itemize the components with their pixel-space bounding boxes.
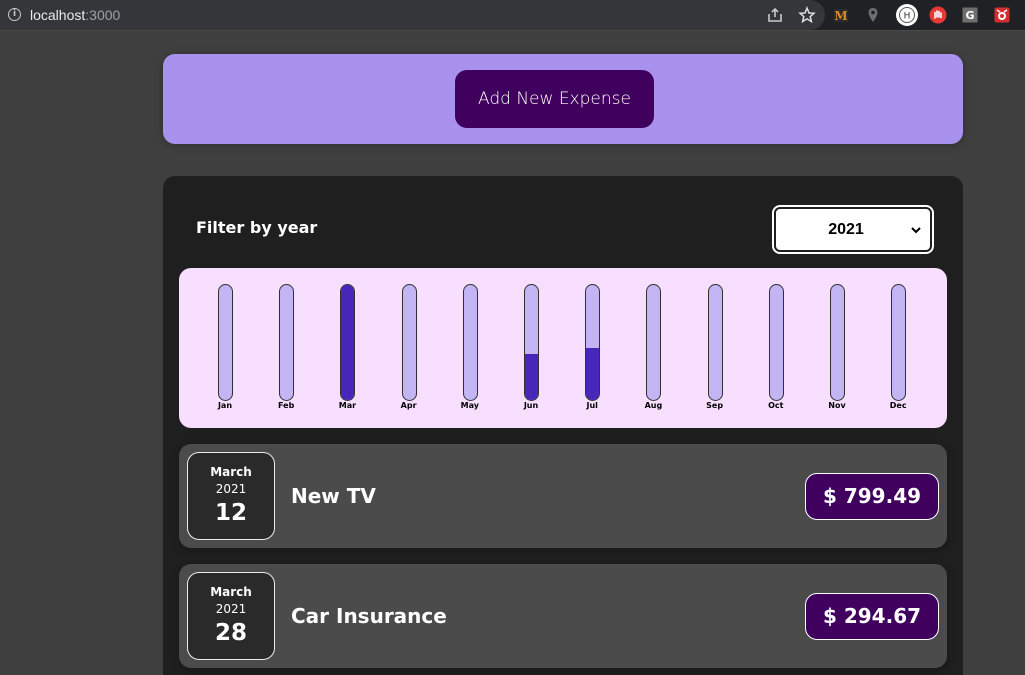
chart-bar-apr: Apr [394, 284, 424, 414]
chart-bar-track [646, 284, 662, 401]
extension-h-icon[interactable]: H [895, 3, 919, 27]
expense-date-month: March [210, 465, 252, 479]
expenses-chart: Jan Feb Mar Apr May Jun Jul Aug Sep Oct Nov Dec [179, 268, 947, 428]
svg-text:M: M [834, 9, 847, 23]
chart-bar-fill [586, 348, 600, 400]
chart-bar-label: Sep [706, 401, 724, 410]
chart-bar-label: Jul [586, 401, 598, 410]
url-host: localhost [30, 7, 86, 23]
chart-bar-label: Jun [523, 401, 539, 410]
chart-bar-label: Oct [768, 401, 784, 410]
chart-bar-mar: Mar [332, 284, 362, 414]
url-text[interactable]: localhost:3000 [30, 7, 120, 23]
chart-bar-label: Mar [338, 401, 357, 410]
chart-bar-dec: Dec [883, 284, 913, 414]
chart-bar-label: May [460, 401, 479, 410]
year-filter-select[interactable]: 2021 [772, 205, 934, 254]
chart-bar-track [524, 284, 539, 401]
share-icon[interactable] [766, 6, 784, 24]
expense-title: Car Insurance [291, 604, 447, 628]
chart-bar-fill [341, 285, 355, 400]
expense-date-day: 12 [214, 500, 247, 526]
adblock-hand-icon[interactable] [929, 6, 947, 24]
url-port: :3000 [85, 7, 121, 23]
expense-date-day: 28 [214, 620, 247, 646]
expenses-card: Filter by year 2021 Jan Feb Mar Apr May Jun Ju… [163, 176, 963, 675]
expense-date-year: 2021 [215, 482, 247, 496]
chart-bar-track [401, 284, 417, 401]
chart-bar-label: Feb [278, 401, 295, 410]
chart-bar-jun: Jun [516, 284, 546, 414]
chart-bar-label: Aug [644, 401, 663, 410]
location-pin-icon[interactable] [864, 6, 882, 24]
chart-bar-jan: Jan [210, 284, 240, 414]
info-icon[interactable]: i [8, 8, 21, 21]
chart-bar-track [768, 284, 784, 401]
chart-bar-may: May [455, 284, 485, 414]
svg-text:G: G [965, 9, 974, 22]
chart-bar-jul: Jul [577, 284, 607, 414]
expense-price: $ 294.67 [805, 593, 939, 640]
chart-bar-label: Nov [828, 401, 846, 410]
add-new-expense-button[interactable]: Add New Expense [455, 70, 654, 128]
chart-bar-aug: Aug [638, 284, 668, 414]
chart-bar-label: Dec [889, 401, 907, 410]
expense-date-month: March [210, 585, 252, 599]
expense-price: $ 799.49 [805, 473, 939, 520]
extension-g-icon[interactable]: G [961, 6, 979, 24]
chart-bar-feb: Feb [271, 284, 301, 414]
expense-date: March 2021 28 [187, 572, 275, 660]
browser-toolbar: i localhost:3000 M H G [0, 0, 1025, 31]
chart-bar-label: Apr [400, 401, 417, 410]
chart-bar-nov: Nov [822, 284, 852, 414]
svg-text:H: H [904, 12, 911, 22]
filter-label: Filter by year [196, 218, 318, 237]
browser-actions: M H G [755, 0, 1025, 31]
chart-bar-track [830, 284, 845, 401]
new-expense-panel: Add New Expense [163, 54, 963, 144]
bookmark-star-icon[interactable] [798, 6, 816, 24]
chart-bar-track [218, 284, 233, 401]
extension-m-icon[interactable]: M [832, 6, 850, 24]
expense-item[interactable]: March 2021 12 New TV $ 799.49 [179, 444, 947, 548]
chart-bar-fill [525, 354, 538, 400]
chart-bar-label: Jan [217, 401, 233, 410]
chart-bar-track [585, 284, 601, 401]
expense-date-year: 2021 [215, 602, 247, 616]
chevron-down-icon [911, 227, 921, 234]
chart-bar-track [340, 284, 356, 401]
chart-bar-sep: Sep [700, 284, 730, 414]
chart-bar-track [707, 284, 723, 401]
expense-date: March 2021 12 [187, 452, 275, 540]
extension-red-icon[interactable] [993, 6, 1011, 24]
chart-bar-track [891, 284, 907, 401]
chart-bar-track [462, 284, 478, 401]
selected-year: 2021 [828, 221, 864, 238]
chart-bar-track [279, 284, 295, 401]
expense-title: New TV [291, 484, 376, 508]
expense-item[interactable]: March 2021 28 Car Insurance $ 294.67 [179, 564, 947, 668]
chart-bar-oct: Oct [761, 284, 791, 414]
address-bar[interactable] [0, 0, 825, 30]
